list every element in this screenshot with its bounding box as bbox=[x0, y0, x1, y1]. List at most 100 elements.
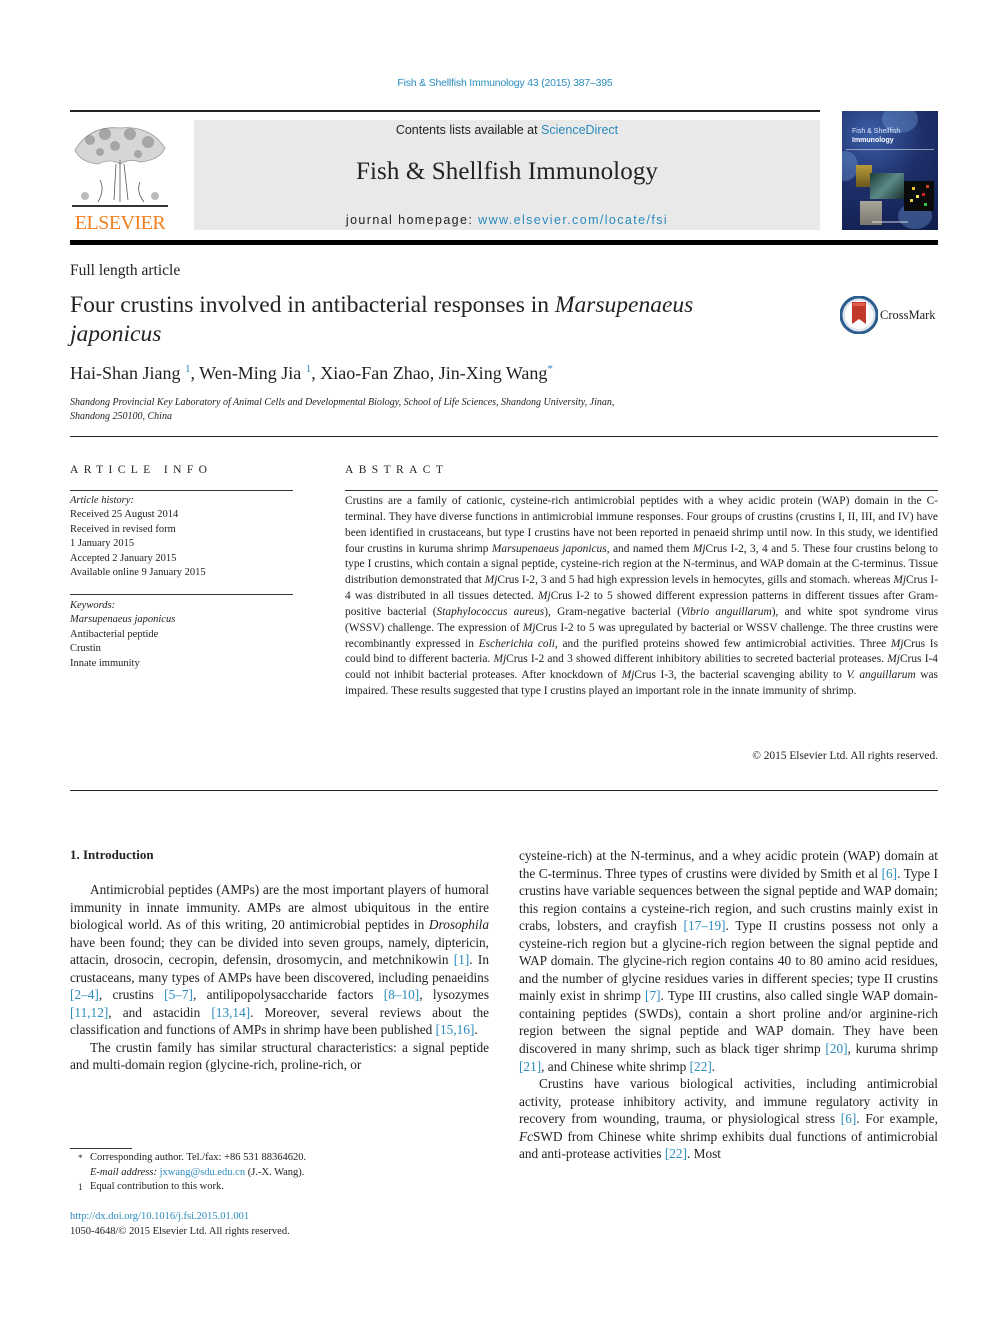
abstract-text: Crustins are a family of cationic, cyste… bbox=[345, 494, 938, 700]
section-heading-introduction: 1. Introduction bbox=[70, 847, 154, 862]
text-run: Antimicrobial peptides (AMPs) are the mo… bbox=[70, 882, 489, 933]
text-run: , and astacidin bbox=[108, 1004, 212, 1020]
reference-link[interactable]: [6] bbox=[882, 866, 898, 881]
abstract-italic-term: Mj bbox=[887, 653, 900, 666]
text-run: . Most bbox=[687, 1146, 721, 1162]
history-item: Received 25 August 2014 bbox=[70, 509, 179, 521]
reference-link[interactable]: [7] bbox=[645, 988, 661, 1003]
body-column-left: Antimicrobial peptides (AMPs) are the mo… bbox=[70, 881, 489, 1074]
journal-name: Fish & Shellfish Immunology bbox=[355, 158, 659, 185]
text-run: , antilipopolysaccharide factors bbox=[192, 987, 384, 1003]
author-name[interactable]: Wen-Ming Jia bbox=[199, 363, 301, 383]
article-info-heading: ARTICLE INFO bbox=[70, 464, 213, 476]
reference-link[interactable]: [13,14] bbox=[211, 1005, 250, 1020]
footnote-corresponding: * Corresponding author. Tel./fax: +86 53… bbox=[70, 1151, 490, 1180]
cover-divider bbox=[846, 149, 934, 150]
reference-link[interactable]: [1] bbox=[454, 952, 470, 967]
cover-footer bbox=[872, 221, 908, 223]
reference-link[interactable]: [5–7] bbox=[164, 987, 193, 1002]
article-title: Four crustins involved in antibacterial … bbox=[70, 291, 810, 349]
text-run: , kuruma shrimp bbox=[847, 1041, 938, 1057]
author-name[interactable]: Xiao-Fan Zhao bbox=[320, 363, 429, 383]
abstract-rule bbox=[345, 490, 938, 492]
footnote-mark: 1 bbox=[78, 1182, 83, 1192]
email-link[interactable]: jxwang@sdu.edu.cn bbox=[160, 1167, 246, 1178]
reference-link[interactable]: [11,12] bbox=[70, 1005, 108, 1020]
keywords: Keywords: Marsupenaeus japonicus Antibac… bbox=[70, 599, 300, 671]
abstract-text-run: Crus I-2, 3 and 5 had high expression le… bbox=[497, 574, 894, 587]
doi-link[interactable]: http://dx.doi.org/10.1016/j.fsi.2015.01.… bbox=[70, 1211, 249, 1222]
reference-link[interactable]: [2–4] bbox=[70, 987, 99, 1002]
footnotes: * Corresponding author. Tel./fax: +86 53… bbox=[70, 1151, 490, 1195]
journal-cover-image[interactable]: Fish & Shellfish Immunology bbox=[842, 111, 938, 230]
text-run: , lysozymes bbox=[419, 987, 489, 1003]
abstract-text-run: , and named them bbox=[606, 542, 693, 555]
author-footnote-mark[interactable]: 1 bbox=[185, 363, 191, 375]
keywords-label: Keywords: bbox=[70, 600, 116, 611]
reference-link[interactable]: [8–10] bbox=[384, 987, 419, 1002]
reference-link[interactable]: [17–19] bbox=[684, 918, 726, 933]
abstract-italic-term: V. anguillarum bbox=[846, 669, 916, 682]
reference-link[interactable]: [21] bbox=[519, 1059, 541, 1074]
corresponding-author-mark[interactable]: * bbox=[547, 363, 553, 375]
reference-link[interactable]: [6] bbox=[841, 1111, 857, 1126]
abstract-heading: ABSTRACT bbox=[345, 464, 449, 476]
header-rule bbox=[70, 110, 820, 112]
contents-line: Contents lists available at ScienceDirec… bbox=[194, 123, 820, 137]
abstract-italic-term: Mj bbox=[692, 542, 706, 555]
reference-link[interactable]: [15,16] bbox=[436, 1022, 475, 1037]
body-paragraph: The crustin family has similar structura… bbox=[70, 1039, 489, 1074]
author-list: Hai-Shan Jiang 1, Wen-Ming Jia 1, Xiao-F… bbox=[70, 363, 553, 383]
sciencedirect-link[interactable]: ScienceDirect bbox=[541, 123, 618, 137]
homepage-line: journal homepage: www.elsevier.com/locat… bbox=[194, 213, 820, 227]
text-run: . bbox=[474, 1022, 478, 1038]
affiliation-line1: Shandong Provincial Key Laboratory of An… bbox=[70, 397, 615, 408]
title-species-epithet: japonicus bbox=[70, 321, 162, 347]
footnote-mark: * bbox=[78, 1153, 83, 1163]
text-run: . For example, bbox=[856, 1111, 938, 1127]
cover-figure bbox=[870, 173, 904, 199]
cover-figure bbox=[904, 181, 934, 211]
footnote-equal: 1 Equal contribution to this work. bbox=[70, 1180, 490, 1195]
abstract-bottom-rule bbox=[70, 790, 938, 792]
contents-prefix: Contents lists available at bbox=[395, 123, 542, 137]
crossmark-icon bbox=[839, 295, 879, 335]
crossmark-button[interactable]: CrossMark bbox=[839, 295, 940, 335]
abstract-italic-term: Escherichia coli bbox=[478, 637, 555, 650]
author-name[interactable]: Hai-Shan Jiang bbox=[70, 363, 180, 383]
article-type: Full length article bbox=[70, 262, 181, 279]
text-run: cysteine-rich) at the N-terminus, and a … bbox=[519, 848, 938, 881]
text-run: , crustins bbox=[98, 987, 165, 1003]
reference-link[interactable]: [22] bbox=[690, 1059, 712, 1074]
keyword-item: Antibacterial peptide bbox=[70, 628, 159, 640]
abstract-italic-term: Mj bbox=[621, 669, 635, 682]
abstract-italic-term: Mj bbox=[493, 653, 507, 666]
abstract-text-run: ), Gram-negative bacterial ( bbox=[544, 605, 681, 618]
title-species-genus: Marsupenaeus bbox=[554, 292, 694, 318]
history-item: 1 January 2015 bbox=[70, 538, 135, 550]
issn-copyright: 1050-4648/© 2015 Elsevier Ltd. All right… bbox=[70, 1226, 290, 1237]
body-column-right: cysteine-rich) at the N-terminus, and a … bbox=[519, 847, 938, 1163]
article-history-label: Article history: bbox=[70, 495, 134, 506]
keywords-rule bbox=[70, 594, 293, 596]
elsevier-tree-icon bbox=[70, 120, 170, 212]
homepage-link[interactable]: www.elsevier.com/locate/fsi bbox=[478, 213, 668, 227]
history-item: Received in revised form bbox=[70, 523, 176, 535]
abstract-text-run: Crus I-2 and 3 showed different inhibito… bbox=[506, 653, 888, 666]
article-history: Article history: Received 25 August 2014… bbox=[70, 494, 300, 580]
author-footnote-mark[interactable]: 1 bbox=[306, 363, 312, 375]
journal-citation[interactable]: Fish & Shellfish Immunology 43 (2015) 38… bbox=[0, 77, 992, 89]
author-name[interactable]: Jin-Xing Wang bbox=[439, 363, 548, 383]
email-label: E-mail address: bbox=[90, 1166, 160, 1178]
elsevier-logo[interactable]: ELSEVIER bbox=[70, 120, 170, 234]
cover-title: Fish & Shellfish Immunology bbox=[852, 127, 900, 145]
title-text: Four crustins involved in antibacterial … bbox=[70, 292, 555, 318]
abstract-italic-term: Mj bbox=[890, 637, 904, 650]
text-run: SWD from Chinese white shrimp exhibits d… bbox=[519, 1128, 938, 1162]
crossmark-label: CrossMark bbox=[880, 308, 936, 322]
reference-link[interactable]: [20] bbox=[825, 1041, 847, 1056]
elsevier-wordmark: ELSEVIER bbox=[74, 212, 166, 234]
history-item: Accepted 2 January 2015 bbox=[70, 552, 177, 564]
reference-link[interactable]: [22] bbox=[665, 1146, 687, 1161]
body-paragraph: cysteine-rich) at the N-terminus, and a … bbox=[519, 847, 938, 1075]
